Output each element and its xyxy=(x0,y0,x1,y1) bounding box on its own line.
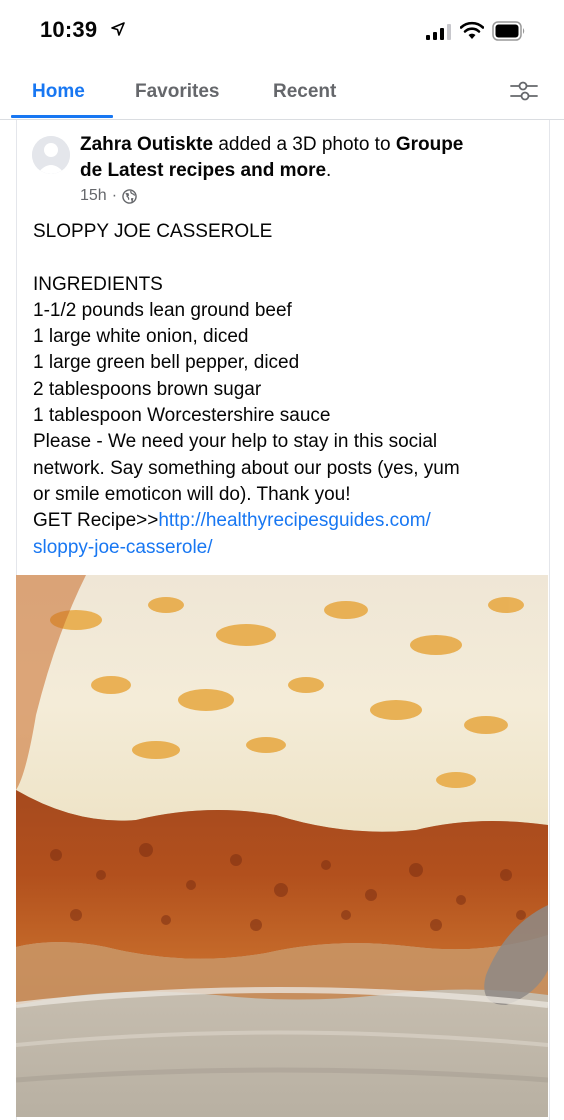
active-tab-indicator xyxy=(11,115,113,118)
get-recipe-line: GET Recipe>>http://healthyrecipesguides.… xyxy=(33,508,543,534)
ingredient-item: 1 tablespoon Worcestershire sauce xyxy=(33,405,331,427)
headline-period: . xyxy=(326,160,332,181)
post-headline: Zahra Outiskte added a 3D photo to Group… xyxy=(80,132,530,184)
filter-sliders-icon[interactable] xyxy=(508,78,540,104)
signal-icon xyxy=(426,24,451,40)
casserole-photo[interactable] xyxy=(16,575,548,1117)
location-arrow-icon xyxy=(111,22,125,36)
status-time: 10:39 xyxy=(40,17,98,42)
ingredient-item: 2 tablespoons brown sugar xyxy=(33,378,262,400)
wifi-icon xyxy=(460,21,484,39)
tab-favorites[interactable]: Favorites xyxy=(135,81,219,103)
ingredient-item: 1-1/2 pounds lean ground beef xyxy=(33,299,292,321)
post-meta: 15h · xyxy=(80,187,137,205)
ingredient-item: 1 large green bell pepper, diced xyxy=(33,352,300,374)
ingredients-heading: INGREDIENTS xyxy=(33,273,163,295)
tab-home[interactable]: Home xyxy=(32,81,85,103)
recipe-title: SLOPPY JOE CASSEROLE xyxy=(33,221,273,242)
post-body: SLOPPY JOE CASSEROLE INGREDIENTS 1-1/2 p… xyxy=(33,219,543,561)
status-bar: 10:39 xyxy=(0,0,564,62)
message-line: network. Say something about our posts (… xyxy=(33,457,460,479)
author-name[interactable]: Zahra Outiskte xyxy=(80,134,213,155)
group-name-part2[interactable]: de Latest recipes and more xyxy=(80,160,326,181)
ingredient-item: 1 large white onion, diced xyxy=(33,326,249,348)
recipe-link[interactable]: http://healthyrecipesguides.com/ xyxy=(158,510,431,531)
globe-icon xyxy=(122,188,137,204)
post-timestamp[interactable]: 15h xyxy=(80,187,107,205)
casserole-image xyxy=(16,575,548,1117)
get-recipe-label: GET Recipe>> xyxy=(33,510,159,532)
group-name-part1[interactable]: Groupe xyxy=(396,134,464,155)
recipe-link-continued[interactable]: sloppy-joe-casserole/ xyxy=(33,535,543,561)
battery-icon xyxy=(492,21,525,41)
meta-separator: · xyxy=(111,187,118,204)
tab-recent[interactable]: Recent xyxy=(273,81,336,103)
message-line: or smile emoticon will do). Thank you! xyxy=(33,483,351,505)
message-line: Please - We need your help to stay in th… xyxy=(33,431,438,453)
post-action: added a 3D photo to xyxy=(213,134,396,155)
feed-tab-bar: Home Favorites Recent xyxy=(0,62,564,120)
default-avatar-icon xyxy=(32,136,70,174)
avatar[interactable] xyxy=(32,136,70,174)
